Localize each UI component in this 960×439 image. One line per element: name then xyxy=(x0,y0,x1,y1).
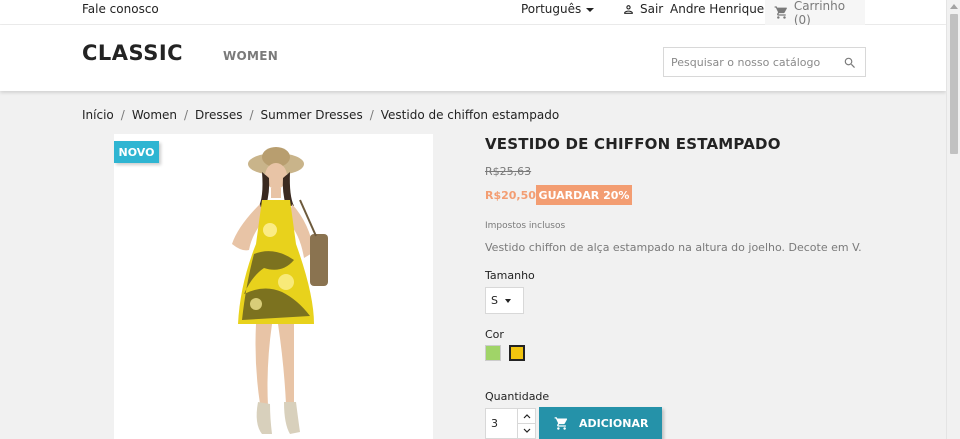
search-box xyxy=(663,47,866,77)
top-bar: Fale conosco Português Sair Andre Henriq… xyxy=(0,0,946,27)
language-label: Português xyxy=(521,2,582,16)
quantity-label: Quantidade xyxy=(485,390,550,403)
product-description: Vestido chiffon de alça estampado na alt… xyxy=(485,241,862,254)
quantity-decrease[interactable] xyxy=(517,423,536,439)
cart-icon xyxy=(774,6,787,19)
cart-label: Carrinho (0) xyxy=(793,0,846,27)
page-scrollbar[interactable] xyxy=(946,0,960,439)
color-label: Cor xyxy=(485,328,504,341)
signout-label: Sair xyxy=(640,2,664,16)
color-swatch-green[interactable] xyxy=(485,345,501,361)
tax-note: Impostos inclusos xyxy=(485,221,566,231)
breadcrumb-item[interactable]: Dresses xyxy=(195,108,242,122)
product-title: VESTIDO DE CHIFFON ESTAMPADO xyxy=(485,135,781,153)
caret-down-icon xyxy=(504,298,511,303)
breadcrumb-separator: / xyxy=(369,108,374,122)
quantity-stepper: 3 xyxy=(485,408,536,439)
new-badge: NOVO xyxy=(114,141,159,163)
search-icon[interactable] xyxy=(843,56,857,70)
signout-link[interactable]: Sair xyxy=(622,2,663,16)
logo[interactable]: CLASSIC xyxy=(82,41,183,65)
user-icon xyxy=(624,4,633,14)
discount-badge: GUARDAR 20% xyxy=(536,185,632,205)
breadcrumb-separator: / xyxy=(120,108,125,122)
color-swatch-yellow[interactable] xyxy=(509,345,525,361)
breadcrumb-separator: / xyxy=(249,108,254,122)
breadcrumb-item[interactable]: Início xyxy=(82,108,114,122)
breadcrumb: Início / Women / Dresses / Summer Dresse… xyxy=(82,108,559,122)
quantity-input[interactable]: 3 xyxy=(491,417,498,430)
cart-icon xyxy=(554,416,568,430)
scrollbar-thumb[interactable] xyxy=(950,14,958,154)
quantity-spinner xyxy=(517,408,536,439)
search-input[interactable] xyxy=(664,48,834,76)
contact-link[interactable]: Fale conosco xyxy=(82,2,159,16)
regular-price: R$25,63 xyxy=(485,165,532,178)
scroll-up-arrow-icon[interactable] xyxy=(950,4,958,9)
size-label: Tamanho xyxy=(485,269,535,282)
product-photo xyxy=(232,147,328,434)
cart-button[interactable]: Carrinho (0) xyxy=(765,0,865,27)
size-select[interactable]: S xyxy=(485,287,524,314)
add-to-cart-label: ADICIONAR xyxy=(579,416,649,430)
add-to-cart-button[interactable]: ADICIONAR xyxy=(539,407,662,439)
chevron-up-icon xyxy=(523,414,530,419)
site-header: CLASSIC WOMEN xyxy=(0,25,946,91)
chevron-down-icon xyxy=(523,428,530,433)
quantity-increase[interactable] xyxy=(517,408,536,424)
breadcrumb-item[interactable]: Women xyxy=(132,108,177,122)
current-price: R$20,50 xyxy=(485,189,536,202)
product-image[interactable] xyxy=(114,134,433,439)
language-selector[interactable]: Português xyxy=(521,2,595,16)
breadcrumb-item[interactable]: Summer Dresses xyxy=(261,108,363,122)
size-value: S xyxy=(491,294,498,307)
breadcrumb-current: Vestido de chiffon estampado xyxy=(380,108,560,122)
breadcrumb-separator: / xyxy=(184,108,189,122)
menu-item-women[interactable]: WOMEN xyxy=(223,49,278,63)
caret-down-icon xyxy=(586,7,595,12)
account-link[interactable]: Andre Henrique xyxy=(670,2,764,16)
